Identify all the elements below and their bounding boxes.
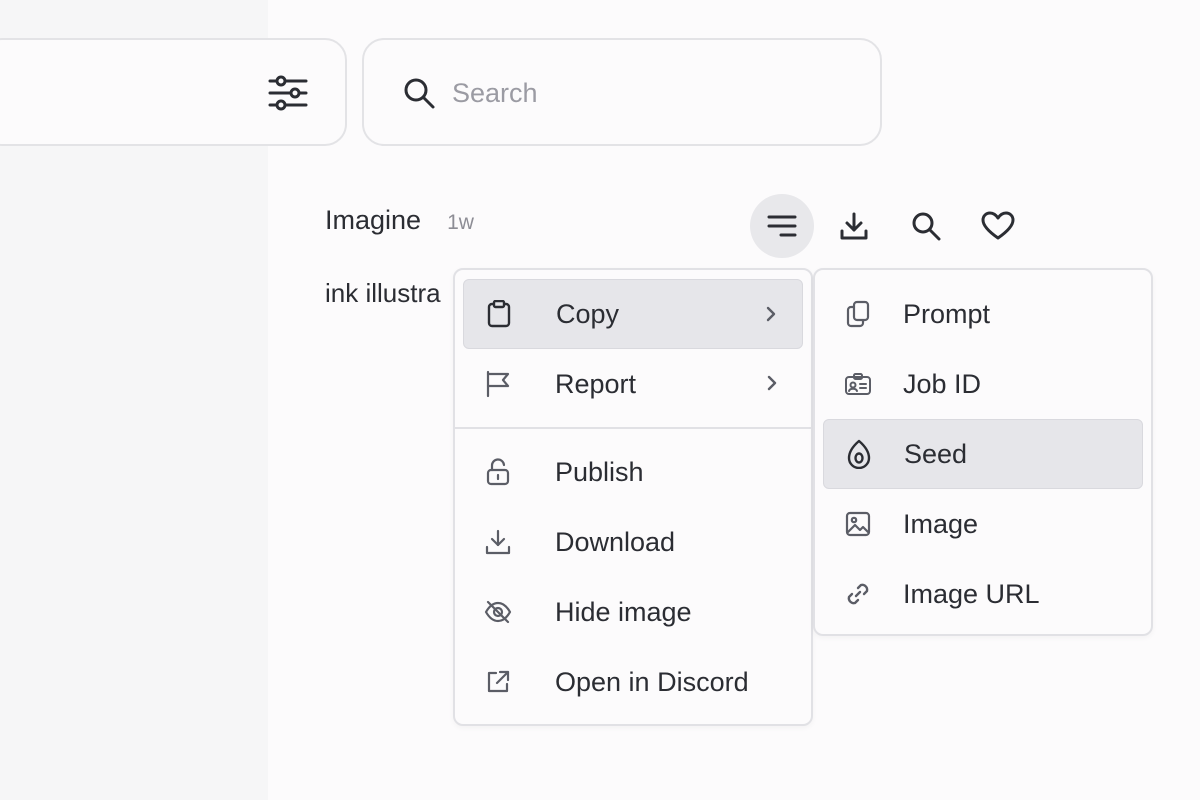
favorite-button[interactable] — [966, 194, 1030, 258]
submenu-item-prompt[interactable]: Prompt — [823, 279, 1143, 349]
image-icon — [843, 509, 873, 539]
filter-bar[interactable] — [0, 38, 347, 146]
job-title: Imagine — [325, 205, 422, 235]
submenu-item-label: Image URL — [903, 578, 1040, 609]
menu-item-report[interactable]: Report — [463, 349, 803, 419]
download-icon — [483, 527, 513, 557]
submenu-item-label: Job ID — [903, 368, 982, 399]
submenu-item-label: Seed — [904, 438, 968, 469]
menu-item-label: Download — [555, 526, 676, 557]
heart-icon — [981, 211, 1015, 241]
menu-item-label: Publish — [555, 456, 644, 487]
submenu-item-label: Image — [903, 508, 979, 539]
external-link-icon — [483, 667, 513, 697]
job-header: Imagine 1w — [325, 205, 474, 249]
seed-icon — [844, 439, 874, 469]
submenu-item-image[interactable]: Image — [823, 489, 1143, 559]
copy-submenu: Prompt Job ID Seed Image Image URL — [813, 268, 1153, 636]
menu-button[interactable] — [750, 194, 814, 258]
download-button[interactable] — [822, 194, 886, 258]
submenu-item-label: Prompt — [903, 298, 991, 329]
search-icon — [402, 76, 436, 110]
eye-off-icon — [483, 597, 513, 627]
link-icon — [843, 579, 873, 609]
search-bar[interactable] — [362, 38, 882, 146]
search-similar-button[interactable] — [894, 194, 958, 258]
submenu-item-seed[interactable]: Seed — [823, 419, 1143, 489]
chevron-right-icon — [763, 374, 781, 392]
copy-icon — [843, 299, 873, 329]
menu-item-label: Copy — [556, 298, 620, 329]
menu-item-label: Hide image — [555, 596, 692, 627]
menu-lines-icon — [767, 214, 797, 238]
menu-item-publish[interactable]: Publish — [463, 437, 803, 507]
context-menu: Copy Report Publish Download Hide image … — [453, 268, 813, 726]
id-card-icon — [843, 369, 873, 399]
flag-icon — [483, 369, 513, 399]
menu-item-label: Open in Discord — [555, 666, 749, 697]
search-input[interactable] — [452, 70, 852, 116]
job-time: 1w — [447, 211, 474, 234]
menu-item-download[interactable]: Download — [463, 507, 803, 577]
unlock-icon — [483, 457, 513, 487]
submenu-item-job-id[interactable]: Job ID — [823, 349, 1143, 419]
filter-sliders-icon[interactable] — [267, 72, 309, 114]
submenu-item-image-url[interactable]: Image URL — [823, 559, 1143, 629]
search-icon — [911, 211, 941, 241]
menu-item-copy[interactable]: Copy — [463, 279, 803, 349]
menu-item-label: Report — [555, 368, 637, 399]
download-icon — [839, 211, 869, 241]
menu-item-hide-image[interactable]: Hide image — [463, 577, 803, 647]
prompt-text: ink illustra — [325, 278, 441, 308]
clipboard-icon — [484, 299, 514, 329]
menu-item-open-in-discord[interactable]: Open in Discord — [463, 647, 803, 717]
chevron-right-icon — [762, 305, 780, 323]
menu-divider — [455, 427, 811, 429]
